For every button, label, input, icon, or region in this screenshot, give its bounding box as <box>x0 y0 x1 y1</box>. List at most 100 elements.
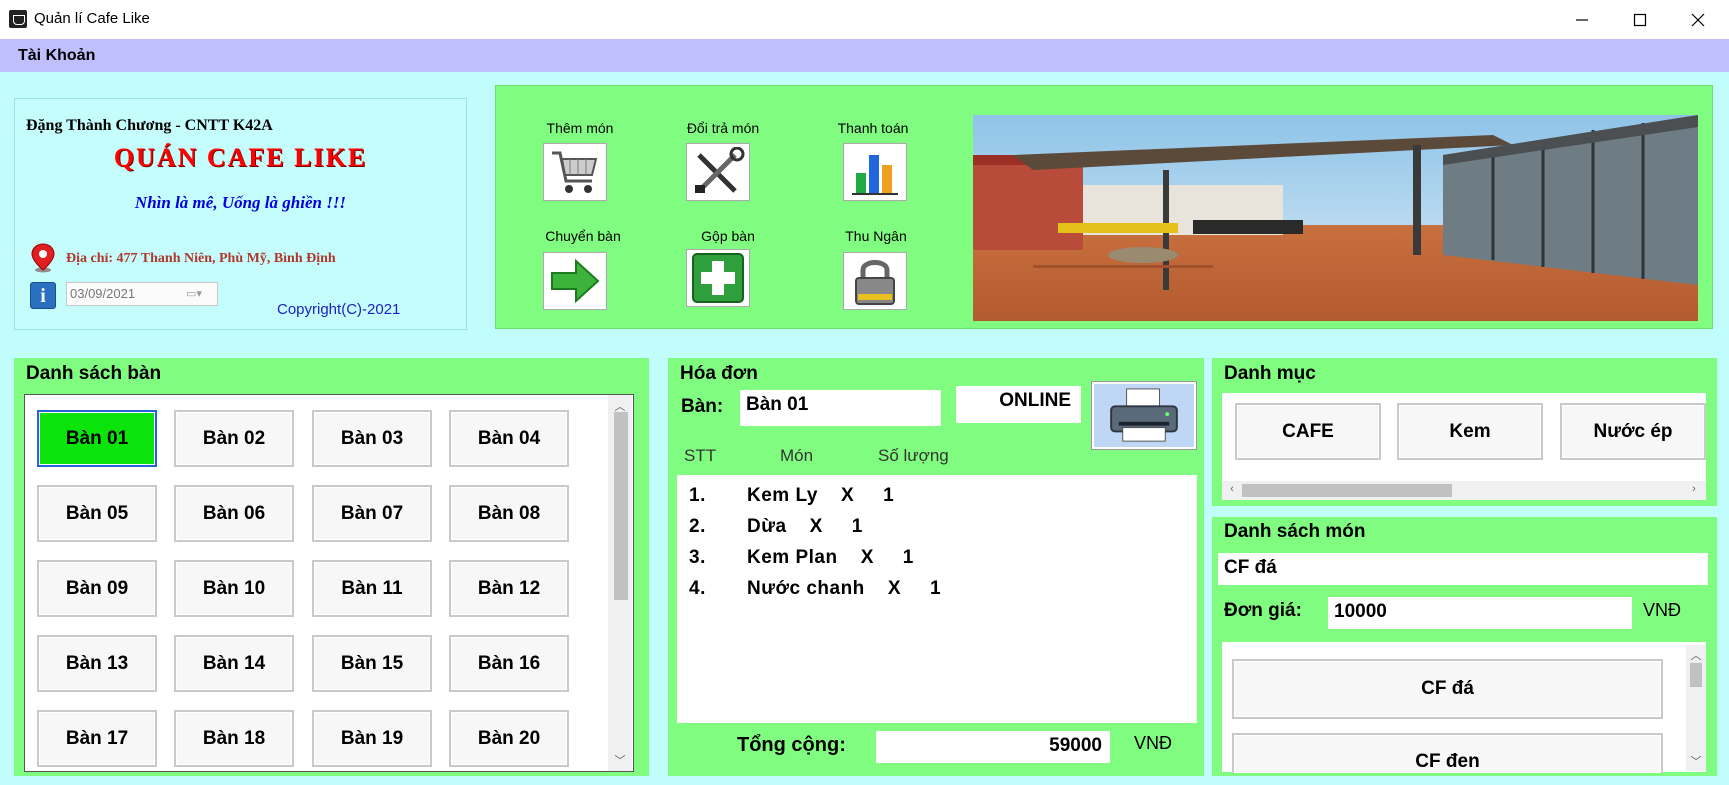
column-header-item: Món <box>780 446 814 465</box>
scrollbar-thumb[interactable] <box>1690 663 1702 687</box>
table-button[interactable]: Bàn 13 <box>37 635 157 692</box>
menu-account[interactable]: Tài Khoản <box>18 47 95 65</box>
merge-table-button[interactable] <box>686 249 750 307</box>
table-button[interactable]: Bàn 14 <box>174 635 294 692</box>
table-button[interactable]: Bàn 15 <box>312 635 432 692</box>
bill-line-text: Kem Ly X 1 <box>747 485 895 506</box>
total-label: Tổng cộng: <box>737 734 846 756</box>
price-label: Đơn giá: <box>1224 600 1302 621</box>
price-currency: VNĐ <box>1643 600 1682 620</box>
move-table-button[interactable] <box>543 252 607 310</box>
bill-line-text: Nước chanh X 1 <box>747 578 942 599</box>
table-button[interactable]: Bàn 17 <box>37 710 157 767</box>
bill-table-field[interactable]: Bàn 01 <box>740 390 941 426</box>
bill-items-box[interactable]: 1. Kem Ly X 1 2. Dừa X 1 3. Kem Plan X 1 4. Nướ… <box>677 475 1197 723</box>
table-button[interactable]: Bàn 02 <box>174 410 294 467</box>
column-header-stt: STT <box>684 446 717 465</box>
print-button[interactable] <box>1092 382 1196 449</box>
table-button[interactable]: Bàn 10 <box>174 560 294 617</box>
total-currency: VNĐ <box>1134 733 1173 753</box>
scroll-down-arrow-icon[interactable]: ﹀ <box>608 752 632 768</box>
bill-line-number: 2. <box>689 516 706 537</box>
bar-chart-icon <box>852 155 898 195</box>
checkout-label: Thanh toán <box>837 120 909 136</box>
tools-icon <box>695 147 745 193</box>
close-icon <box>1691 13 1705 26</box>
cafe-banner-image <box>973 115 1698 321</box>
bill-line: 4. Nước chanh X 1 <box>689 578 1197 609</box>
bill-line: 1. Kem Ly X 1 <box>689 485 1197 516</box>
price-field[interactable]: 10000 <box>1328 597 1632 629</box>
table-button[interactable]: Bàn 03 <box>312 410 432 467</box>
tables-title: Danh sách bàn <box>26 363 162 384</box>
bill-lines: 1. Kem Ly X 1 2. Dừa X 1 3. Kem Plan X 1 4. Nướ… <box>677 475 1197 609</box>
table-button[interactable]: Bàn 06 <box>174 485 294 542</box>
cart-icon <box>552 151 598 193</box>
move-table-label: Chuyển bàn <box>545 228 621 244</box>
bill-line: 2. Dừa X 1 <box>689 516 1197 547</box>
table-button[interactable]: Bàn 16 <box>449 635 569 692</box>
bill-table-label: Bàn: <box>681 396 724 417</box>
copyright-label: Copyright(C)-2021 <box>277 301 401 318</box>
maximize-button[interactable] <box>1612 0 1668 39</box>
table-button[interactable]: Bàn 08 <box>449 485 569 542</box>
shop-name: QUÁN CAFE LIKE <box>113 143 368 172</box>
maximize-icon <box>1633 13 1647 26</box>
checkout-button[interactable] <box>843 143 907 201</box>
scroll-up-arrow-icon[interactable]: ︿ <box>1686 647 1706 663</box>
minimize-icon <box>1576 18 1588 21</box>
return-item-button[interactable] <box>686 143 750 201</box>
dish-button-cf-da[interactable]: CF đá <box>1232 659 1663 719</box>
dish-button-cf-den[interactable]: CF đen <box>1232 733 1663 773</box>
category-button-nuoc-ep[interactable]: Nước ép <box>1560 403 1706 460</box>
minimize-button[interactable] <box>1554 0 1610 39</box>
title-bar <box>0 0 1729 39</box>
table-button[interactable]: Bàn 05 <box>37 485 157 542</box>
dishes-scrollbar[interactable]: ︿ ﹀ <box>1686 645 1706 771</box>
bill-line-text: Kem Plan X 1 <box>747 547 914 568</box>
scroll-down-arrow-icon[interactable]: ﹀ <box>1686 753 1706 769</box>
column-header-quantity: Số lượng <box>878 446 949 465</box>
author-label: Đặng Thành Chương - CNTT K42A <box>26 117 273 134</box>
arrow-right-icon <box>551 258 600 304</box>
table-button[interactable]: Bàn 12 <box>449 560 569 617</box>
scrollbar-thumb[interactable] <box>614 412 628 600</box>
bill-line-number: 4. <box>689 578 706 599</box>
close-button[interactable] <box>1670 0 1726 39</box>
table-button[interactable]: Bàn 04 <box>449 410 569 467</box>
plus-icon <box>692 253 744 303</box>
table-button[interactable]: Bàn 18 <box>174 710 294 767</box>
merge-table-label: Gộp bàn <box>701 228 755 244</box>
printer-icon <box>1110 387 1178 442</box>
bill-line: 3. Kem Plan X 1 <box>689 547 1197 578</box>
total-field: 59000 <box>876 731 1110 763</box>
tables-scrollbar[interactable]: ︿ ﹀ <box>608 395 632 771</box>
table-button[interactable]: Bàn 01 <box>37 410 157 467</box>
scroll-right-arrow-icon[interactable]: › <box>1688 483 1700 495</box>
table-button[interactable]: Bàn 09 <box>37 560 157 617</box>
return-item-label: Đổi trả món <box>686 120 760 136</box>
location-pin-icon <box>31 243 55 273</box>
add-item-label: Thêm món <box>546 120 614 136</box>
dish-name-field[interactable]: CF đá <box>1218 553 1708 585</box>
slogan: Nhìn là mê, Uống là ghiền !!! <box>134 193 347 212</box>
cashier-button[interactable] <box>843 252 907 310</box>
cashier-label: Thu Ngân <box>845 228 907 244</box>
bill-line-number: 1. <box>689 485 706 506</box>
hscrollbar-thumb[interactable] <box>1242 484 1452 497</box>
address-label: Địa chỉ: 477 Thanh Niên, Phù Mỹ, Bình Đị… <box>66 251 336 266</box>
table-button[interactable]: Bàn 07 <box>312 485 432 542</box>
add-item-button[interactable] <box>543 143 607 201</box>
menu-bar <box>0 39 1729 72</box>
app-icon <box>9 10 27 28</box>
category-button-cafe[interactable]: CAFE <box>1235 403 1381 460</box>
scroll-left-arrow-icon[interactable]: ‹ <box>1226 483 1238 495</box>
calendar-dropdown-icon[interactable]: ▭▾ <box>186 287 202 300</box>
categories-hscrollbar[interactable]: ‹ › <box>1222 481 1706 500</box>
category-button-kem[interactable]: Kem <box>1397 403 1543 460</box>
window-title: Quản lí Cafe Like <box>34 10 150 27</box>
table-button[interactable]: Bàn 20 <box>449 710 569 767</box>
dishes-title: Danh sách món <box>1224 521 1366 542</box>
table-button[interactable]: Bàn 19 <box>312 710 432 767</box>
table-button[interactable]: Bàn 11 <box>312 560 432 617</box>
